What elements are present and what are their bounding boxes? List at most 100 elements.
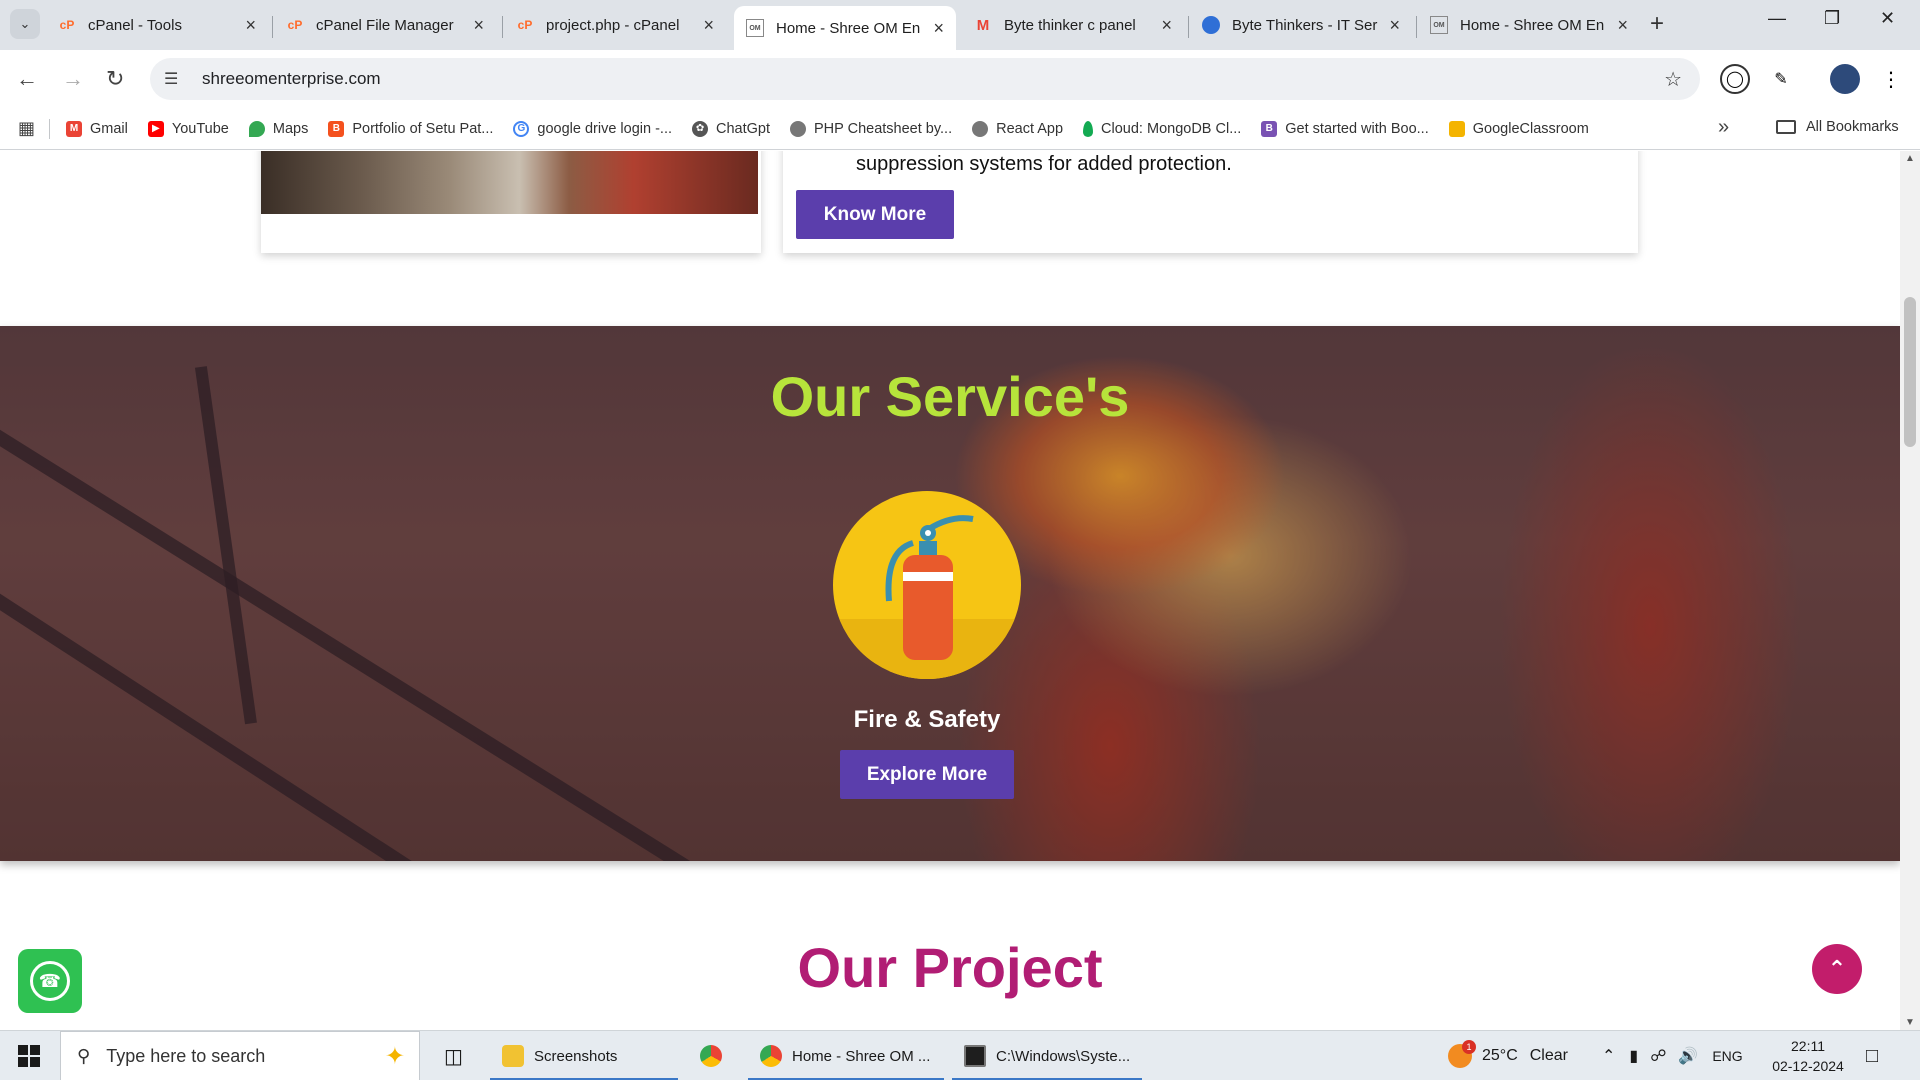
notification-badge: 1	[1462, 1040, 1476, 1054]
bookmark-gmail[interactable]: M Gmail	[66, 120, 128, 137]
bookmarks-bar: ▦ M Gmail ▶ YouTube Maps B Portfolio of …	[0, 108, 1920, 150]
restore-button[interactable]: ❐	[1824, 8, 1840, 29]
taskbar-app-screenshots[interactable]: Screenshots	[490, 1031, 678, 1080]
whatsapp-button[interactable]: ☎	[18, 949, 82, 1013]
chatgpt-icon: ✿	[692, 120, 709, 137]
taskbar-search-box[interactable]: ⚲ Type here to search ✦	[60, 1031, 420, 1080]
avatar[interactable]	[1830, 64, 1860, 94]
mongodb-icon	[1083, 120, 1094, 137]
system-tray: ⌃ ▮ ☍ 🔊 ENG	[1602, 1031, 1743, 1080]
bookmark-php-cheatsheet[interactable]: PHP Cheatsheet by...	[790, 120, 952, 137]
extensions-icon[interactable]: ✎	[1766, 64, 1796, 94]
scroll-up-icon[interactable]: ▲	[1905, 153, 1915, 164]
bookmark-chatgpt[interactable]: ✿ ChatGpt	[692, 120, 770, 137]
chevron-down-icon: ⌄	[19, 16, 31, 31]
bookmark-react-app[interactable]: React App	[972, 120, 1063, 137]
menu-icon[interactable]: ⋮	[1876, 64, 1906, 94]
globe-icon	[1202, 16, 1220, 34]
weather-widget[interactable]: 1 25°C Clear	[1448, 1031, 1568, 1080]
tab-home-shree-om-2[interactable]: OM Home - Shree OM En ×	[1418, 6, 1640, 44]
bookmark-star-icon[interactable]: ☆	[1664, 67, 1682, 92]
site-icon: OM	[1430, 16, 1448, 34]
page-scrollbar[interactable]: ▲ ▼	[1900, 151, 1920, 1030]
tab-divider	[1416, 16, 1417, 38]
gmail-icon: M	[66, 120, 83, 137]
sparkle-icon: ✦	[384, 1043, 405, 1070]
cpanel-icon: cP	[287, 18, 303, 32]
close-icon[interactable]: ×	[1161, 15, 1172, 36]
taskbar-app-chrome[interactable]	[688, 1031, 740, 1080]
tab-byte-thinkers-it[interactable]: Byte Thinkers - IT Ser ×	[1190, 6, 1412, 44]
back-button[interactable]: ←	[16, 66, 38, 92]
feature-image-card	[261, 151, 761, 253]
page-viewport: suppression systems for added protection…	[0, 151, 1900, 1030]
cpanel-icon: cP	[59, 18, 75, 32]
fire-extinguisher-drawing	[885, 515, 974, 660]
close-icon[interactable]: ×	[1389, 15, 1400, 36]
tab-project-php[interactable]: cP project.php - cPanel ×	[504, 6, 726, 44]
close-window-button[interactable]: ✕	[1880, 8, 1895, 29]
folder-icon	[502, 1045, 524, 1067]
fire-extinguisher-icon	[833, 491, 1021, 679]
apps-grid-icon[interactable]: ▦	[18, 118, 35, 139]
services-section: Our Service's Fire & Safety Explore More	[0, 326, 1900, 861]
reload-button[interactable]: ↻	[106, 66, 124, 92]
bookmark-maps[interactable]: Maps	[248, 120, 308, 137]
explore-more-button[interactable]: Explore More	[840, 750, 1014, 799]
address-bar[interactable]: ☰ shreeomenterprise.com ☆	[150, 58, 1700, 100]
bookmark-google-classroom[interactable]: GoogleClassroom	[1448, 120, 1589, 137]
cmd-icon	[964, 1045, 986, 1067]
task-view-button[interactable]: ◫	[432, 1031, 472, 1080]
bookmarks-overflow-icon[interactable]: »	[1718, 116, 1729, 139]
windows-logo-pane	[18, 1057, 28, 1067]
close-icon[interactable]: ×	[703, 15, 714, 36]
windows-start-button[interactable]	[18, 1045, 40, 1067]
taskbar-app-cmd[interactable]: C:\Windows\Syste...	[952, 1031, 1142, 1080]
service-title: Fire & Safety	[853, 706, 1001, 733]
taskbar-app-chrome-window[interactable]: Home - Shree OM ...	[748, 1031, 944, 1080]
minimize-button[interactable]: —	[1768, 8, 1786, 29]
volume-icon[interactable]: 🔊	[1678, 1046, 1698, 1066]
plus-icon: +	[1650, 10, 1665, 37]
tab-home-shree-om-active[interactable]: OM Home - Shree OM En ×	[734, 6, 956, 50]
tab-strip: ⌄ cP cPanel - Tools × cP cPanel File Man…	[0, 0, 1920, 50]
bookmark-google-drive[interactable]: G google drive login -...	[513, 120, 672, 137]
know-more-button[interactable]: Know More	[796, 190, 954, 239]
tab-search-button[interactable]: ⌄	[10, 9, 40, 39]
bookmark-portfolio[interactable]: B Portfolio of Setu Pat...	[328, 120, 493, 137]
bookmark-youtube[interactable]: ▶ YouTube	[147, 120, 229, 137]
portfolio-icon: B	[328, 120, 345, 137]
site-icon: OM	[746, 19, 764, 37]
windows-logo-pane	[30, 1045, 40, 1055]
scroll-down-icon[interactable]: ▼	[1905, 1017, 1915, 1028]
scrollbar-thumb[interactable]	[1904, 297, 1916, 447]
network-icon[interactable]: ☍	[1650, 1046, 1666, 1066]
tab-cpanel-file-manager[interactable]: cP cPanel File Manager ×	[274, 6, 496, 44]
close-icon[interactable]: ×	[473, 15, 484, 36]
url-text[interactable]: shreeomenterprise.com	[202, 69, 381, 89]
language-indicator[interactable]: ENG	[1712, 1048, 1742, 1064]
clock[interactable]: 22:11 02-12-2024	[1768, 1036, 1848, 1076]
notifications-button[interactable]: □	[1866, 1031, 1878, 1080]
all-bookmarks-button[interactable]: All Bookmarks	[1776, 119, 1899, 135]
services-title: Our Service's	[770, 365, 1130, 428]
feature-text-card: suppression systems for added protection…	[783, 151, 1638, 253]
gmail-icon: M	[976, 16, 990, 34]
site-info-icon[interactable]: ☰	[164, 69, 190, 89]
bookmark-bootstrap[interactable]: B Get started with Boo...	[1261, 120, 1429, 137]
tab-byte-thinker-cpanel[interactable]: M Byte thinker c panel ×	[962, 6, 1184, 44]
chevron-up-icon[interactable]: ⌃	[1602, 1046, 1615, 1066]
close-icon[interactable]: ×	[1617, 15, 1628, 36]
tab-cpanel-tools[interactable]: cP cPanel - Tools ×	[46, 6, 268, 44]
bookmarks-divider	[49, 118, 51, 139]
close-icon[interactable]: ×	[933, 18, 944, 39]
back-to-top-button[interactable]: ⌃	[1812, 944, 1862, 994]
new-tab-button[interactable]: +	[1650, 10, 1664, 38]
whatsapp-icon: ☎	[30, 961, 70, 1001]
profile-sync-icon[interactable]: ◯	[1720, 64, 1750, 94]
bookmark-mongodb[interactable]: Cloud: MongoDB Cl...	[1083, 120, 1241, 137]
close-icon[interactable]: ×	[245, 15, 256, 36]
tab-divider	[1188, 16, 1189, 38]
battery-icon[interactable]: ▮	[1629, 1046, 1638, 1066]
forward-button[interactable]: →	[62, 66, 84, 92]
